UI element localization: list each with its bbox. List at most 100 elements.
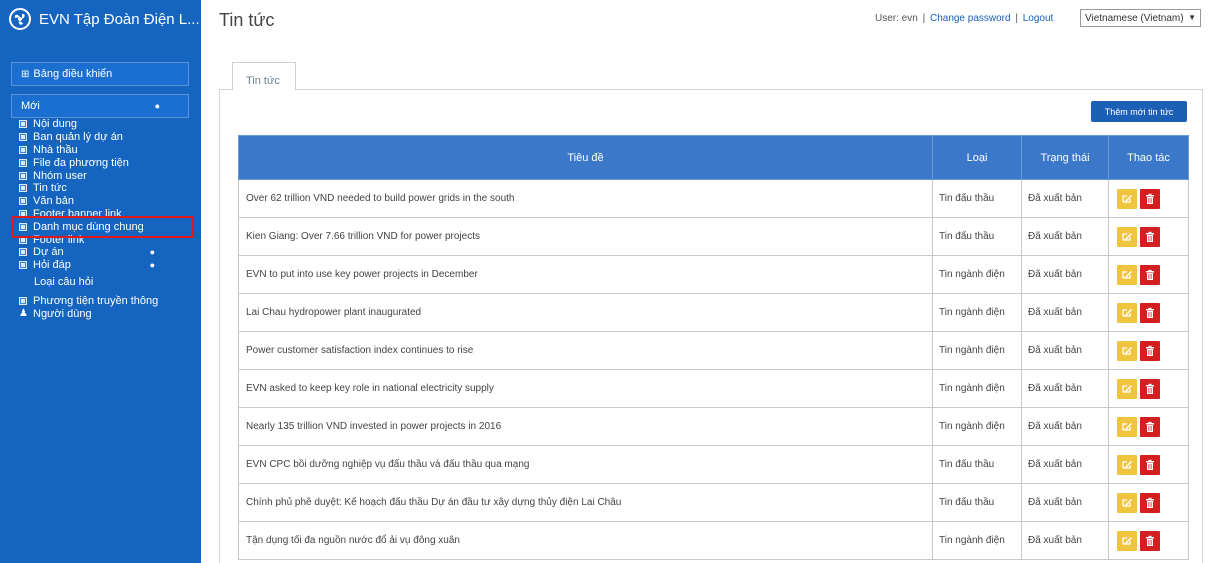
- edit-button[interactable]: [1117, 188, 1137, 209]
- sidebar-item-label: File đa phương tiện: [33, 156, 129, 169]
- edit-button[interactable]: [1117, 226, 1137, 247]
- sidebar-item[interactable]: Nội dung: [19, 118, 195, 131]
- table-row[interactable]: Over 62 trillion VND needed to build pow…: [238, 179, 1189, 218]
- edit-icon: [1122, 536, 1132, 545]
- edit-icon: [1122, 232, 1132, 241]
- image-icon: [19, 296, 27, 305]
- column-header-actions: Thao tác: [1108, 135, 1189, 180]
- cell-type: Tin ngành điện: [932, 521, 1022, 560]
- sidebar-item-label: Loại câu hỏi: [34, 275, 94, 288]
- cell-title[interactable]: Power customer satisfaction index contin…: [238, 331, 933, 370]
- edit-button[interactable]: [1117, 492, 1137, 513]
- delete-button[interactable]: [1140, 492, 1160, 513]
- cell-status: Đã xuất bản: [1021, 521, 1109, 560]
- table-row[interactable]: Lai Chau hydropower plant inaugurated Tin…: [238, 293, 1189, 332]
- cell-actions: [1108, 445, 1189, 484]
- sidebar-item[interactable]: Ban quản lý dự án: [19, 131, 195, 144]
- column-header-status[interactable]: Trạng thái: [1021, 135, 1109, 180]
- cell-type: Tin ngành điện: [932, 407, 1022, 446]
- sidebar-item[interactable]: Dự án ●: [19, 246, 195, 259]
- language-select[interactable]: Vietnamese (Vietnam) ▼: [1080, 9, 1201, 27]
- brand[interactable]: EVN Tập Đoàn Điện L...: [9, 8, 200, 30]
- news-table: Tiêu đề Loại Trạng thái Thao tác Over 62…: [238, 135, 1189, 560]
- table-row[interactable]: Power customer satisfaction index contin…: [238, 331, 1189, 370]
- trash-icon: [1146, 459, 1154, 470]
- cell-actions: [1108, 293, 1189, 332]
- change-password-link[interactable]: Change password: [930, 13, 1011, 24]
- delete-button[interactable]: [1140, 454, 1160, 475]
- table-row[interactable]: Kien Giang: Over 7.66 trillion VND for p…: [238, 217, 1189, 256]
- logout-link[interactable]: Logout: [1023, 13, 1054, 24]
- user-label: User: evn: [875, 13, 918, 24]
- delete-button[interactable]: [1140, 340, 1160, 361]
- sidebar-item[interactable]: Loại câu hỏi: [19, 276, 195, 289]
- edit-button[interactable]: [1117, 530, 1137, 551]
- cell-title[interactable]: Nearly 135 trillion VND invested in powe…: [238, 407, 933, 446]
- edit-icon: [1122, 384, 1132, 393]
- edit-button[interactable]: [1117, 454, 1137, 475]
- chevron-down-icon: ●: [149, 260, 155, 271]
- cell-actions: [1108, 217, 1189, 256]
- cell-title[interactable]: EVN to put into use key power projects i…: [238, 255, 933, 294]
- sidebar-new[interactable]: Mới ●: [11, 94, 189, 118]
- delete-button[interactable]: [1140, 188, 1160, 209]
- caret-down-icon: ▼: [1188, 13, 1196, 22]
- table-row[interactable]: EVN CPC bồi dưỡng nghiệp vụ đấu thầu và …: [238, 445, 1189, 484]
- list-item-icon: [19, 145, 27, 154]
- list-item-icon: [19, 248, 27, 257]
- cell-type: Tin đấu thầu: [932, 217, 1022, 256]
- tab-news[interactable]: Tin tức: [232, 62, 296, 90]
- trash-icon: [1146, 535, 1154, 546]
- delete-button[interactable]: [1140, 264, 1160, 285]
- active-item-highlight: [12, 216, 194, 238]
- trash-icon: [1146, 231, 1154, 242]
- sidebar-item[interactable]: Nhóm user: [19, 169, 195, 182]
- sidebar-item[interactable]: Văn bản: [19, 195, 195, 208]
- cell-title[interactable]: Chính phủ phê duyệt: Kế hoạch đấu thầu D…: [238, 483, 933, 522]
- list-item-icon: [19, 184, 27, 193]
- edit-button[interactable]: [1117, 416, 1137, 437]
- cell-title[interactable]: Lai Chau hydropower plant inaugurated: [238, 293, 933, 332]
- edit-button[interactable]: [1117, 340, 1137, 361]
- sidebar-item[interactable]: Tin tức: [19, 182, 195, 195]
- delete-button[interactable]: [1140, 530, 1160, 551]
- sidebar-new-label: Mới: [21, 100, 40, 112]
- cell-title[interactable]: EVN CPC bồi dưỡng nghiệp vụ đấu thầu và …: [238, 445, 933, 484]
- delete-button[interactable]: [1140, 416, 1160, 437]
- cell-actions: [1108, 483, 1189, 522]
- sidebar-dashboard[interactable]: ⊞ Bảng điều khiển: [11, 62, 189, 86]
- sidebar-item[interactable]: File đa phương tiện: [19, 156, 195, 169]
- edit-button[interactable]: [1117, 378, 1137, 399]
- chevron-right-icon: ●: [154, 101, 160, 111]
- table-row[interactable]: EVN to put into use key power projects i…: [238, 255, 1189, 294]
- edit-button[interactable]: [1117, 302, 1137, 323]
- cell-title[interactable]: Kien Giang: Over 7.66 trillion VND for p…: [238, 217, 933, 256]
- add-news-button[interactable]: Thêm mới tin tức: [1091, 101, 1187, 122]
- edit-button[interactable]: [1117, 264, 1137, 285]
- sidebar-item[interactable]: Phương tiện truyền thông: [19, 294, 195, 307]
- grid-icon: ⊞: [21, 68, 30, 80]
- document-icon: [19, 120, 27, 129]
- column-header-title[interactable]: Tiêu đề: [238, 135, 933, 180]
- table-row[interactable]: Nearly 135 trillion VND invested in powe…: [238, 407, 1189, 446]
- cell-title[interactable]: EVN asked to keep key role in national e…: [238, 369, 933, 408]
- delete-button[interactable]: [1140, 302, 1160, 323]
- cell-title[interactable]: Tận dụng tối đa nguồn nước đổ ải vụ đông…: [238, 521, 933, 560]
- evn-fan-logo-icon: [9, 8, 31, 30]
- cell-status: Đã xuất bản: [1021, 179, 1109, 218]
- table-row[interactable]: Chính phủ phê duyệt: Kế hoạch đấu thầu D…: [238, 483, 1189, 522]
- table-row[interactable]: Tận dụng tối đa nguồn nước đổ ải vụ đông…: [238, 521, 1189, 560]
- delete-button[interactable]: [1140, 378, 1160, 399]
- table-row[interactable]: EVN asked to keep key role in national e…: [238, 369, 1189, 408]
- sidebar-item[interactable]: ♟ Người dùng: [19, 307, 195, 320]
- trash-icon: [1146, 307, 1154, 318]
- sidebar-item[interactable]: Hỏi đáp ●: [19, 259, 195, 272]
- cell-title[interactable]: Over 62 trillion VND needed to build pow…: [238, 179, 933, 218]
- trash-icon: [1146, 497, 1154, 508]
- sidebar-item[interactable]: Nhà thầu: [19, 144, 195, 157]
- column-header-type[interactable]: Loại: [932, 135, 1022, 180]
- delete-button[interactable]: [1140, 226, 1160, 247]
- list-item-icon: [19, 158, 27, 167]
- sidebar-item-label: Ban quản lý dự án: [33, 131, 123, 144]
- list-item-icon: [19, 171, 27, 180]
